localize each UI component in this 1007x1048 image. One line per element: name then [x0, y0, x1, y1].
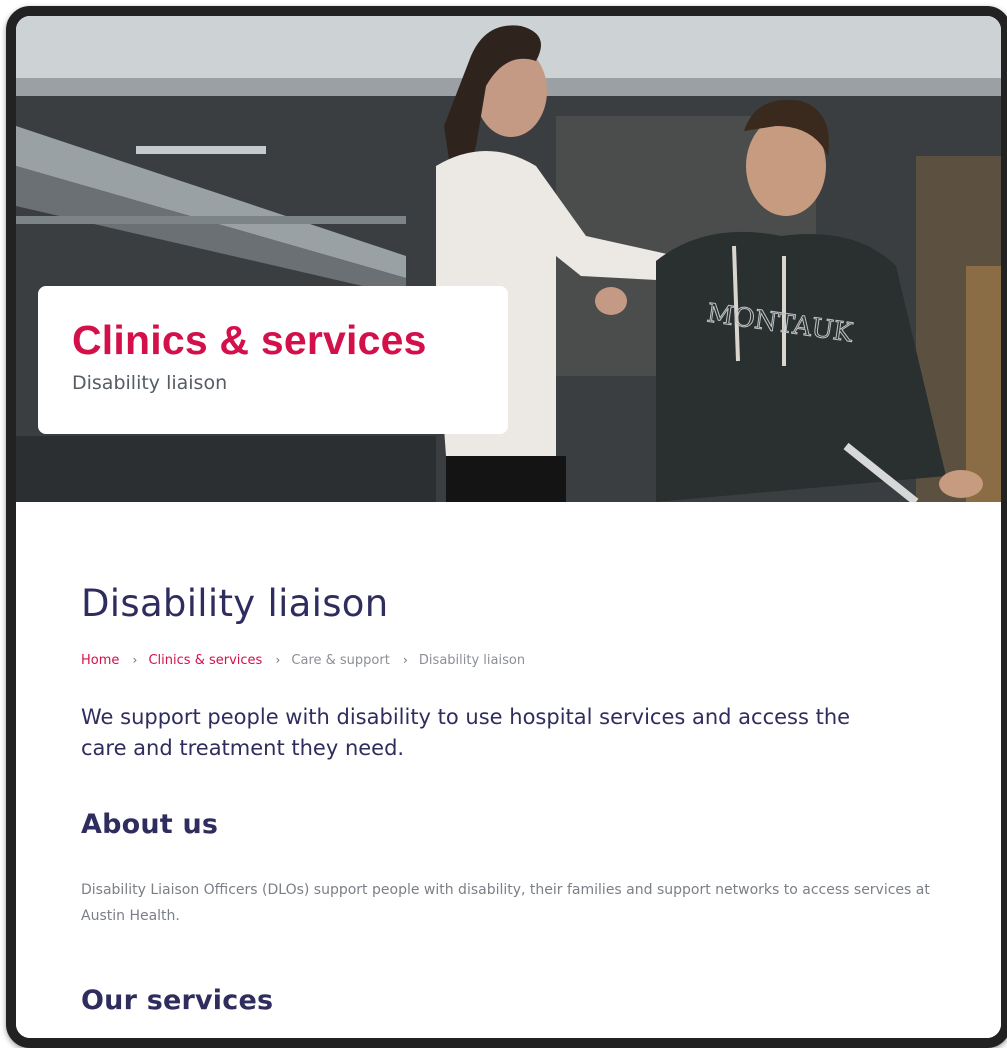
chevron-right-icon: › — [402, 653, 408, 667]
device-frame: MONTAUK Clinics & services Disability li… — [6, 6, 1007, 1048]
chevron-right-icon: › — [132, 653, 138, 667]
breadcrumb: Home › Clinics & services › Care & suppo… — [81, 653, 525, 668]
hero-subtitle: Disability liaison — [72, 372, 228, 394]
hero-title: Clinics & services — [72, 317, 427, 363]
hero-banner: MONTAUK Clinics & services Disability li… — [16, 16, 1001, 502]
breadcrumb-current: Disability liaison — [418, 653, 526, 668]
about-body: Disability Liaison Officers (DLOs) suppo… — [81, 882, 930, 924]
breadcrumb-home[interactable]: Home — [81, 653, 119, 668]
page-title: Disability liaison — [81, 582, 389, 625]
intro-text: We support people with disability to use… — [81, 705, 851, 760]
services-heading: Our services — [81, 985, 274, 1016]
hero-title-card: Clinics & services Disability liaison — [38, 286, 508, 434]
main-content: Disability liaison Home › Clinics & serv… — [16, 502, 1001, 1038]
about-heading: About us — [81, 809, 219, 840]
breadcrumb-clinics-services[interactable]: Clinics & services — [148, 653, 262, 668]
breadcrumb-care-support[interactable]: Care & support — [291, 653, 389, 668]
chevron-right-icon: › — [275, 653, 281, 667]
